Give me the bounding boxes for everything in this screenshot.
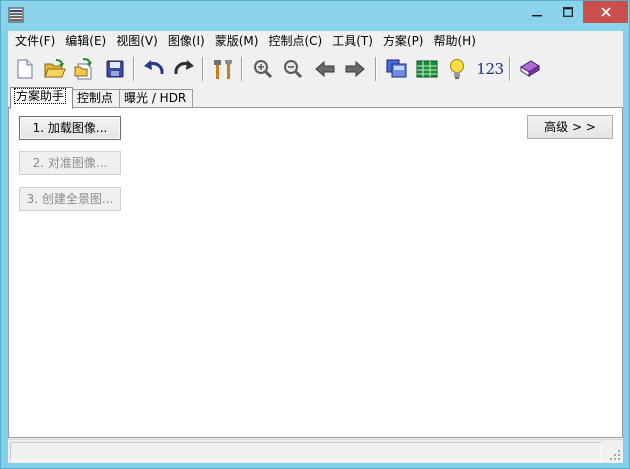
- arrow-left-icon: [315, 61, 335, 77]
- close-button[interactable]: [583, 1, 628, 23]
- next-button[interactable]: [341, 55, 369, 83]
- zoom-in-button[interactable]: [249, 55, 277, 83]
- zoom-out-button[interactable]: [279, 55, 307, 83]
- tab-exposure-hdr-label: 曝光 / HDR: [124, 91, 187, 105]
- table-icon: [416, 60, 438, 78]
- undo-icon: [144, 60, 164, 75]
- add-images-icon: [74, 58, 92, 80]
- title-bar[interactable]: [1, 1, 629, 31]
- tab-control-points-label: 控制点: [77, 91, 114, 105]
- redo-button[interactable]: [170, 55, 198, 83]
- menu-mask[interactable]: 蒙版(M): [210, 31, 264, 52]
- tools-icon: [214, 60, 232, 79]
- assistant-panel: 1. 加载图像... 2. 对准图像... 3. 创建全景图... 高级 > >: [8, 107, 623, 438]
- tools-button[interactable]: [210, 55, 238, 83]
- advanced-button[interactable]: 高级 > >: [527, 115, 613, 139]
- previous-button[interactable]: [311, 55, 339, 83]
- redo-icon: [174, 60, 194, 75]
- help-button[interactable]: [516, 55, 544, 83]
- menu-tools[interactable]: 工具(T): [327, 31, 378, 52]
- menu-file[interactable]: 文件(F): [8, 31, 60, 52]
- menu-image[interactable]: 图像(I): [163, 31, 210, 52]
- maximize-button[interactable]: [554, 1, 581, 23]
- zoom-out-icon: [284, 60, 303, 79]
- menu-control-points[interactable]: 控制点(C): [263, 31, 327, 52]
- table-button[interactable]: [413, 55, 441, 83]
- numbers-button[interactable]: 123: [474, 55, 506, 83]
- save-icon: [106, 60, 124, 78]
- toolbar-separator: [509, 57, 511, 81]
- arrow-right-icon: [345, 61, 365, 77]
- maximize-icon: [562, 7, 573, 17]
- menu-edit[interactable]: 编辑(E): [60, 31, 111, 52]
- close-icon: [600, 7, 611, 17]
- load-images-button[interactable]: 1. 加载图像...: [19, 116, 121, 140]
- preview-icon: [386, 59, 407, 78]
- client-area: 文件(F) 编辑(E) 视图(V) 图像(I) 蒙版(M) 控制点(C) 工具(…: [8, 31, 623, 463]
- resize-grip-icon[interactable]: [609, 449, 621, 461]
- tab-assistant-label: 方案助手: [13, 88, 67, 104]
- status-bar: [8, 439, 623, 463]
- tab-assistant[interactable]: 方案助手: [10, 87, 73, 109]
- app-window: 文件(F) 编辑(E) 视图(V) 图像(I) 蒙版(M) 控制点(C) 工具(…: [0, 0, 630, 469]
- toolbar: 123: [8, 53, 623, 85]
- numbers-icon: 123: [476, 60, 504, 78]
- menu-project[interactable]: 方案(P): [378, 31, 429, 52]
- save-button[interactable]: [101, 55, 129, 83]
- toolbar-separator: [241, 57, 243, 81]
- minimize-button[interactable]: [520, 1, 554, 23]
- app-icon[interactable]: [8, 7, 24, 23]
- menu-view[interactable]: 视图(V): [111, 31, 163, 52]
- help-book-icon: [520, 60, 540, 77]
- new-button[interactable]: [11, 55, 39, 83]
- add-images-button[interactable]: [71, 55, 99, 83]
- preview-button[interactable]: [383, 55, 411, 83]
- menu-bar: 文件(F) 编辑(E) 视图(V) 图像(I) 蒙版(M) 控制点(C) 工具(…: [8, 31, 623, 52]
- status-text: [10, 442, 602, 461]
- lightbulb-icon: [450, 59, 464, 79]
- create-panorama-button[interactable]: 3. 创建全景图...: [19, 187, 121, 211]
- tab-control-points[interactable]: 控制点: [72, 89, 120, 108]
- align-images-button[interactable]: 2. 对准图像...: [19, 151, 121, 175]
- tab-exposure-hdr[interactable]: 曝光 / HDR: [119, 89, 193, 108]
- zoom-in-icon: [254, 60, 273, 79]
- minimize-icon: [532, 15, 542, 17]
- toolbar-separator: [202, 57, 204, 81]
- toolbar-separator: [375, 57, 377, 81]
- undo-button[interactable]: [140, 55, 168, 83]
- tab-strip: 方案助手 控制点 曝光 / HDR: [8, 87, 623, 109]
- open-folder-icon: [44, 59, 66, 78]
- menu-help[interactable]: 帮助(H): [429, 31, 481, 52]
- toolbar-separator: [133, 57, 135, 81]
- open-button[interactable]: [41, 55, 69, 83]
- new-file-icon: [17, 59, 33, 79]
- tips-button[interactable]: [443, 55, 471, 83]
